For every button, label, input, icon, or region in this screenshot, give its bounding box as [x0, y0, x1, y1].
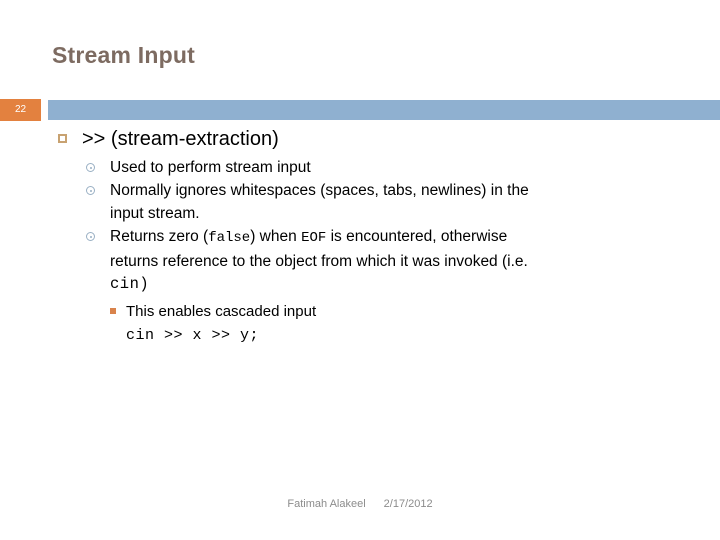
list-item-label: Used to perform stream input — [110, 159, 311, 176]
list-item-continuation-code: cin) — [110, 275, 150, 293]
inline-code-false: false — [208, 230, 251, 246]
list-item: Returns zero (false) when EOF is encount… — [0, 225, 720, 250]
heading-text: >> (stream-extraction) — [82, 128, 279, 150]
page-number-badge: 22 — [0, 99, 41, 121]
page-title: Stream Input — [52, 42, 195, 68]
list-item: Normally ignores whitespaces (spaces, ta… — [0, 179, 720, 202]
footer-date: 2/17/2012 — [383, 498, 433, 510]
ring-bullet-icon — [86, 186, 95, 195]
header-rule — [48, 100, 720, 120]
slide: Stream Input 22 >> (stream-extraction) U… — [0, 0, 720, 540]
list-item-label-part2: ) when — [250, 228, 302, 245]
inline-code-eof: EOF — [301, 230, 327, 246]
list-item-label-part3: is encountered, otherwise — [326, 228, 508, 245]
square-hollow-bullet-icon — [58, 134, 67, 143]
footer-author: Fatimah Alakeel — [287, 498, 366, 510]
header-band: 22 — [0, 99, 720, 121]
slide-footer: Fatimah Alakeel 2/17/2012 — [0, 498, 720, 510]
list-item: Used to perform stream input — [0, 156, 720, 179]
list-item-continuation: returns reference to the object from whi… — [110, 253, 528, 270]
list-item-label: This enables cascaded input — [126, 303, 317, 320]
list-item-label-part1: Returns zero ( — [110, 228, 209, 245]
ring-bullet-icon — [86, 163, 95, 172]
bullet-level3-list: This enables cascaded input cin >> x >> … — [0, 300, 720, 348]
ring-bullet-icon — [86, 232, 95, 241]
list-item: This enables cascaded input — [0, 300, 720, 323]
square-solid-bullet-icon — [110, 308, 116, 314]
bullet-level1-heading: >> (stream-extraction) — [0, 126, 720, 152]
slide-content: >> (stream-extraction) Used to perform s… — [0, 126, 720, 348]
list-item-continuation: input stream. — [110, 205, 200, 222]
bullet-level2-list: Used to perform stream input Normally ig… — [0, 156, 720, 296]
code-snippet: cin >> x >> y; — [126, 327, 260, 344]
list-item-label: Normally ignores whitespaces (spaces, ta… — [110, 182, 529, 199]
